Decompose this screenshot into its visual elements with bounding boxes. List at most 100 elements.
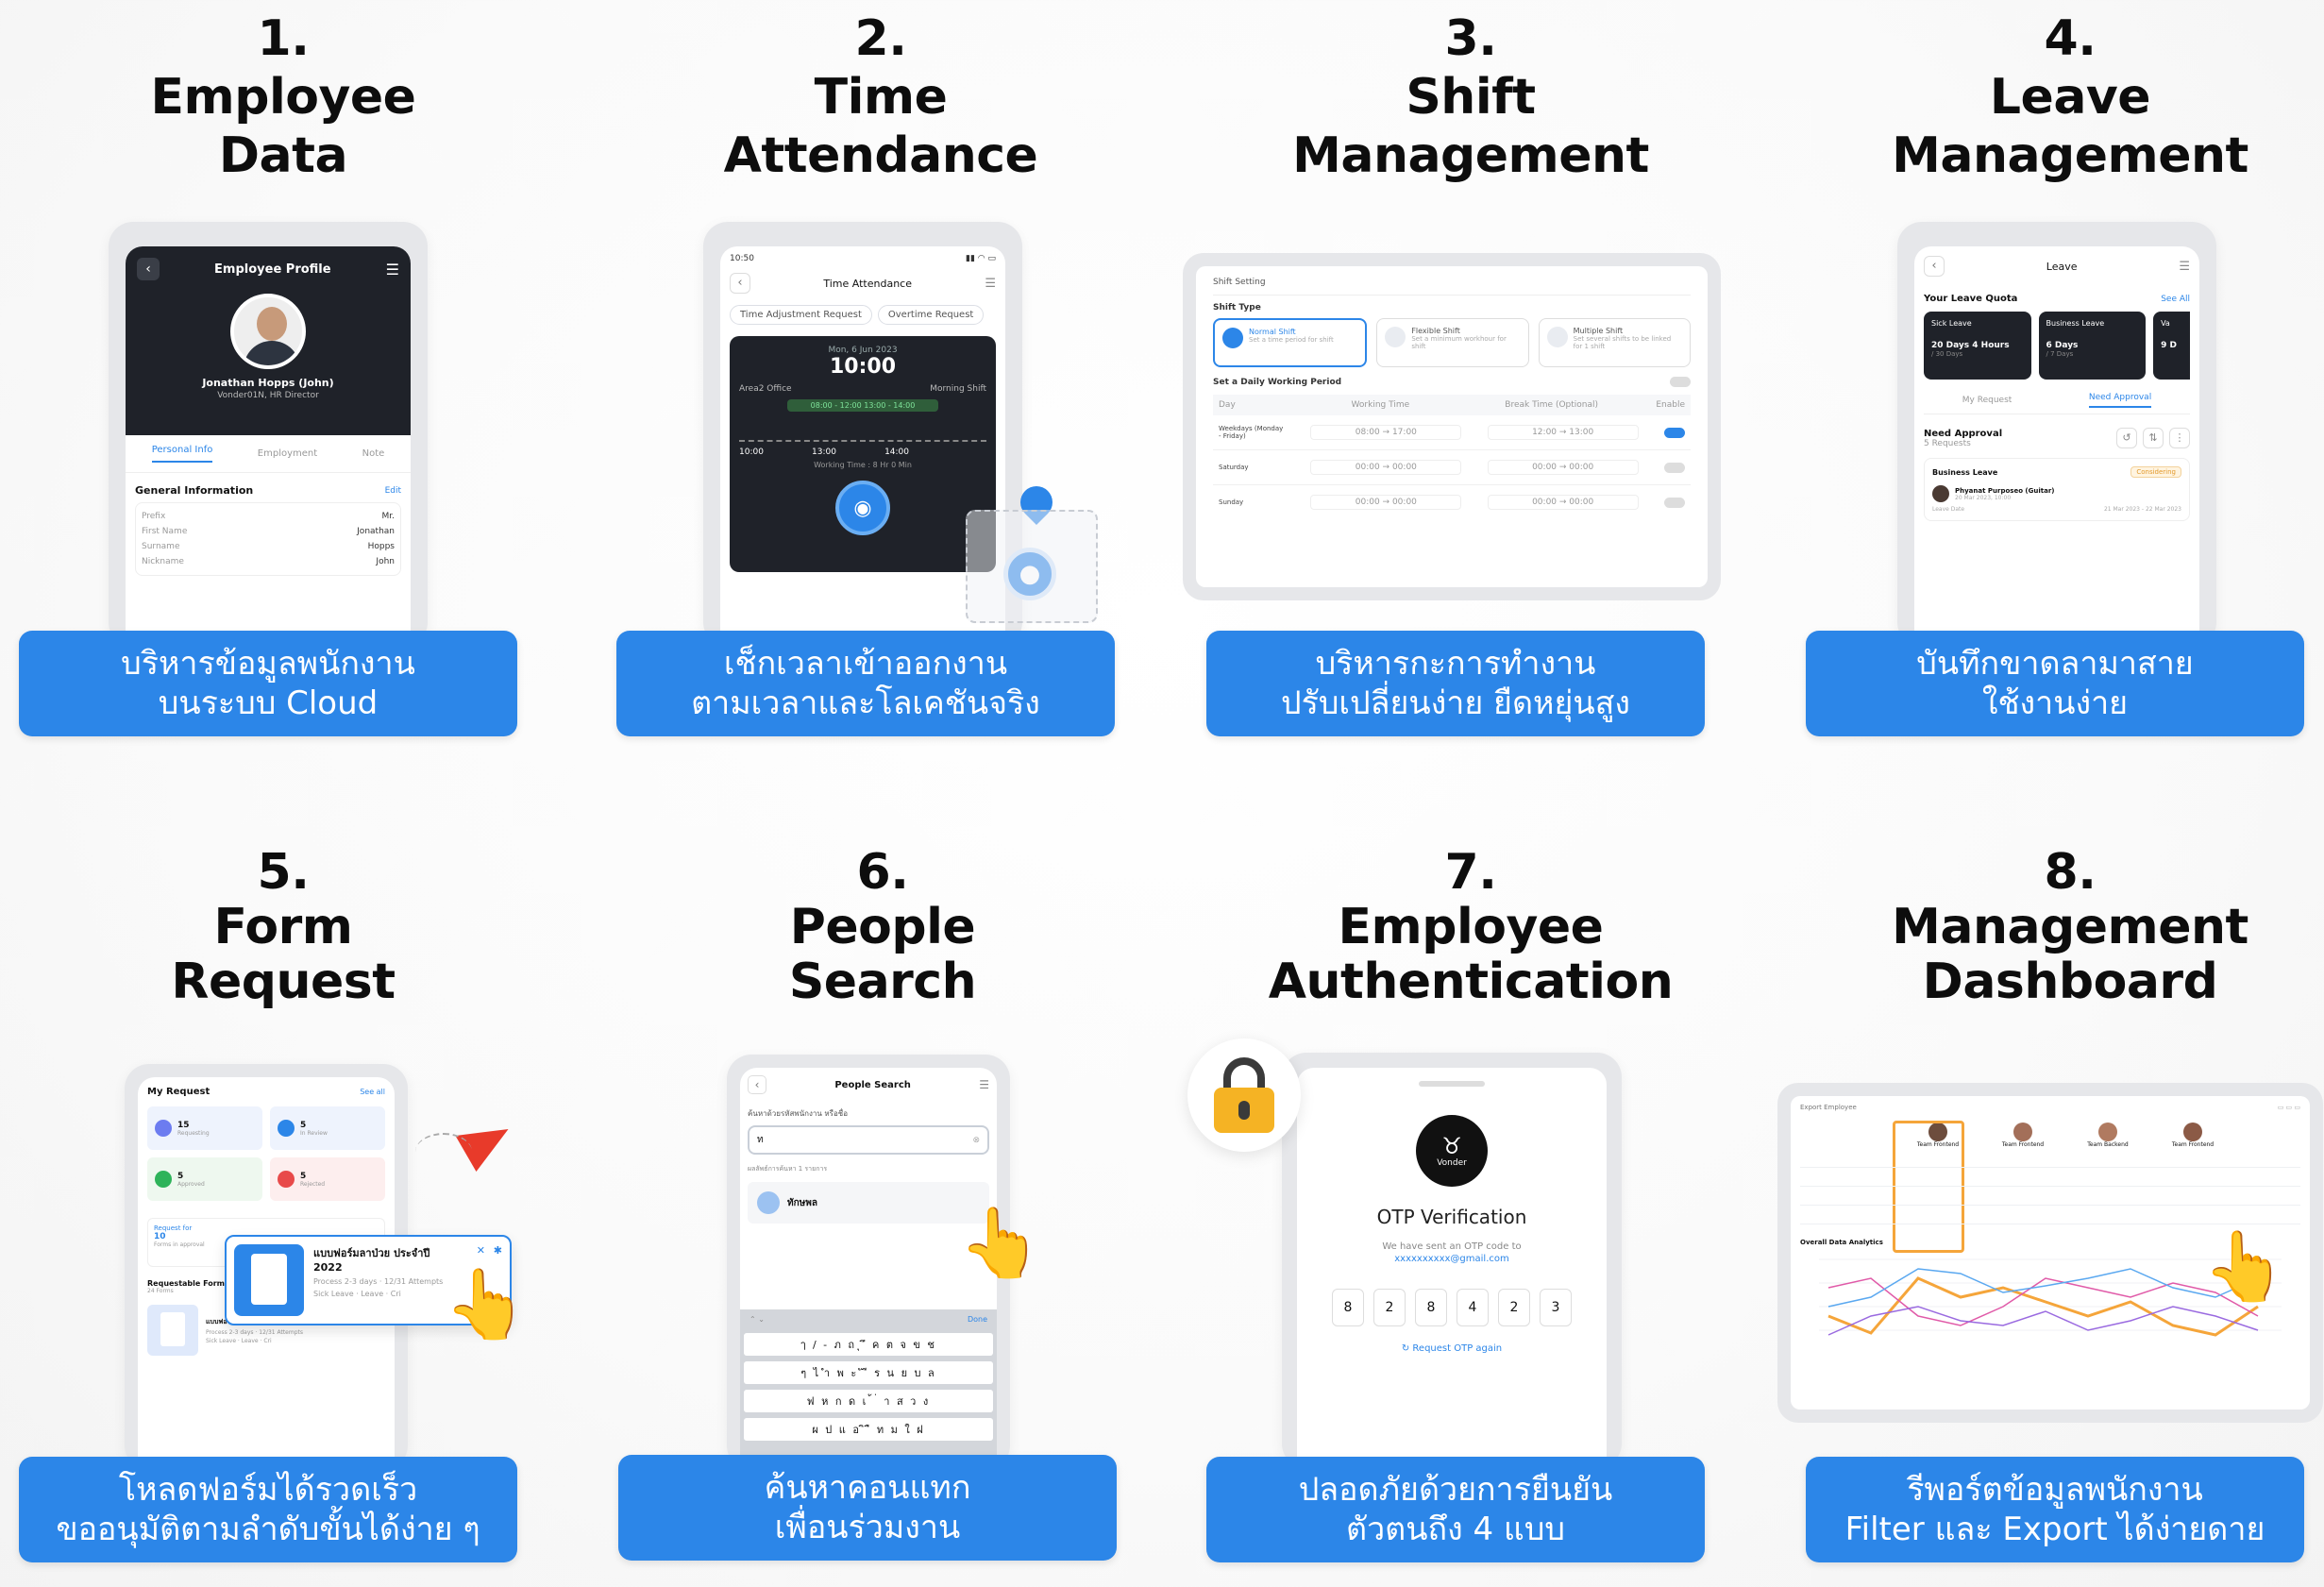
- schedule-bar: 08:00 - 12:00 13:00 - 14:00: [787, 399, 938, 412]
- pointing-hand-icon: 👆: [958, 1203, 1043, 1282]
- edit-link[interactable]: Edit: [385, 486, 401, 496]
- pin-icon[interactable]: ✱: [494, 1244, 502, 1257]
- leave-request-item[interactable]: Business Leave Considering Phyanat Purpo…: [1924, 458, 2190, 521]
- filter-icon[interactable]: ⋮: [2169, 428, 2190, 448]
- leave-date: 21 Mar 2023 - 22 Mar 2023: [2103, 506, 2181, 513]
- feature-title-line: Management: [1892, 127, 2248, 184]
- menu-icon[interactable]: ☰: [386, 261, 399, 279]
- clock-in-button[interactable]: ◉: [835, 481, 890, 535]
- menu-icon[interactable]: ☰: [985, 277, 996, 291]
- info-row: First Name Jonathan: [142, 527, 395, 536]
- feature-card-employee-authentication: 7. Employee Authentication ♉ Vonder OTP …: [1187, 845, 1735, 1581]
- done-button[interactable]: Done: [968, 1315, 987, 1324]
- shift-label: Morning Shift: [930, 384, 986, 394]
- request-date: 20 Mar 2023, 10:00: [1955, 494, 2012, 501]
- history-icon[interactable]: ↺: [2116, 428, 2137, 448]
- enable-toggle[interactable]: [1663, 462, 1685, 473]
- leave-screen: ‹ Leave ☰ Your Leave Quota See All Sick …: [1914, 246, 2199, 647]
- result-item[interactable]: ทักษพล: [748, 1182, 989, 1224]
- screen-title: Export Employee: [1800, 1104, 1857, 1111]
- quota-card[interactable]: Sick Leave 20 Days 4 Hours / 30 Days: [1924, 312, 2031, 380]
- feature-card-leave-management: 4. Leave Management ‹ Leave ☰ Your Leave…: [1806, 9, 2324, 746]
- info-row: Nickname John: [142, 557, 395, 566]
- stat-rejected[interactable]: 5 Rejected: [270, 1157, 385, 1201]
- working-time-field[interactable]: 00:00 → 00:00: [1310, 495, 1462, 510]
- tab-need-approval[interactable]: Need Approval: [2088, 393, 2152, 408]
- person-name: Phyanat Purposeo (Guitar): [1955, 486, 2055, 495]
- otp-digit[interactable]: 8: [1332, 1289, 1364, 1326]
- otp-digit[interactable]: 4: [1457, 1289, 1489, 1326]
- shift-type-name: Normal Shift: [1249, 328, 1296, 336]
- feature-title-line: Attendance: [723, 127, 1038, 184]
- search-input[interactable]: ท ⊗: [748, 1125, 989, 1155]
- resend-otp-link[interactable]: ↻ Request OTP again: [1310, 1343, 1593, 1354]
- feature-title-line: Management: [1892, 899, 2248, 955]
- back-icon[interactable]: ‹: [748, 1075, 766, 1094]
- otp-digit[interactable]: 3: [1540, 1289, 1572, 1326]
- quota-card[interactable]: Business Leave 6 Days / 7 Days: [2038, 312, 2147, 380]
- request-count: 5 Requests: [1924, 438, 1971, 448]
- break-time-field[interactable]: 00:00 → 00:00: [1487, 495, 1639, 510]
- avatar: [2183, 1123, 2202, 1141]
- time-adjustment-chip[interactable]: Time Adjustment Request: [730, 305, 872, 325]
- feature-title-line: Leave: [1989, 69, 2151, 126]
- banner-line: เพื่อนร่วมงาน: [774, 1509, 961, 1546]
- tab-note[interactable]: Note: [362, 448, 385, 459]
- back-icon[interactable]: ‹: [137, 258, 160, 280]
- feature-title-line: Shift: [1406, 69, 1536, 126]
- feature-title: 6. People Search: [618, 845, 1147, 1009]
- enable-toggle[interactable]: [1663, 497, 1685, 508]
- break-time-field[interactable]: 12:00 → 13:00: [1487, 425, 1639, 440]
- keyboard-row[interactable]: ๅ / - ภ ถ ุ ึ ค ต จ ข ช: [744, 1333, 993, 1356]
- screen-title: Time Attendance: [823, 277, 912, 290]
- enable-toggle[interactable]: [1663, 427, 1685, 438]
- overtime-chip[interactable]: Overtime Request: [877, 305, 985, 325]
- see-all-link[interactable]: See All: [2161, 295, 2190, 304]
- period-toggle[interactable]: [1670, 377, 1691, 387]
- column-header: Break Time (Optional): [1505, 400, 1599, 410]
- stat-requesting[interactable]: 15 Requesting: [147, 1106, 262, 1150]
- brand-logo: ♉ Vonder: [1416, 1115, 1488, 1187]
- otp-digit[interactable]: 2: [1498, 1289, 1530, 1326]
- toolbar-controls[interactable]: ▭ ▭ ▭: [2278, 1104, 2300, 1111]
- shift-type-flexible[interactable]: Flexible Shift Set a minimum workhour for…: [1376, 318, 1529, 367]
- keyboard-row[interactable]: ฟ ห ก ด เ ้ ่ า ส ว ง: [744, 1390, 993, 1412]
- quota-total: / 7 Days: [2046, 350, 2074, 358]
- sort-icon[interactable]: ⇅: [2143, 428, 2164, 448]
- feature-number: 3.: [1444, 10, 1497, 67]
- tab-employment[interactable]: Employment: [258, 448, 317, 459]
- keyboard-row[interactable]: ๆ ไ ำ พ ะ ั ี ร น ย บ ล: [744, 1361, 993, 1384]
- tab-my-request[interactable]: My Request: [1962, 396, 2012, 405]
- menu-icon[interactable]: ☰: [2179, 260, 2190, 274]
- stat-approved[interactable]: 5 Approved: [147, 1157, 262, 1201]
- feature-title: 1. Employee Data: [19, 9, 547, 185]
- otp-digit[interactable]: 2: [1373, 1289, 1406, 1326]
- keyboard-row[interactable]: ผ ป แ อ ิ ื ท ม ใ ฝ: [744, 1418, 993, 1441]
- time-mark: 13:00: [812, 447, 836, 457]
- working-time-field[interactable]: 08:00 → 17:00: [1310, 425, 1462, 440]
- shift-row: Weekdays (Monday - Friday) 08:00 → 17:00…: [1213, 415, 1691, 450]
- back-icon[interactable]: ‹: [1924, 256, 1945, 277]
- see-all-link[interactable]: See all: [360, 1088, 385, 1096]
- quota-amount: 6 Days: [2046, 341, 2079, 350]
- quota-card[interactable]: Va 9 D: [2153, 312, 2191, 380]
- break-time-field[interactable]: 00:00 → 00:00: [1487, 460, 1639, 475]
- feature-number: 8.: [2044, 844, 2097, 901]
- menu-icon[interactable]: ☰: [979, 1078, 989, 1091]
- clear-icon[interactable]: ⊗: [972, 1136, 980, 1145]
- shift-type-desc: Set several shifts to be linked for 1 sh…: [1573, 335, 1672, 350]
- need-approval-label: Need Approval: [1924, 428, 2003, 439]
- back-icon[interactable]: ‹: [730, 273, 750, 294]
- dashed-trail: [415, 1133, 472, 1171]
- feature-title: 3. Shift Management: [1206, 9, 1735, 185]
- working-time-field[interactable]: 00:00 → 00:00: [1310, 460, 1462, 475]
- shift-type-desc: Set a time period for shift: [1249, 336, 1334, 344]
- otp-digit[interactable]: 8: [1415, 1289, 1447, 1326]
- tab-personal-info[interactable]: Personal Info: [151, 445, 213, 463]
- profile-header: ‹ Employee Profile ☰ Jonathan Hopps (Joh…: [126, 246, 411, 435]
- close-icon[interactable]: ✕: [477, 1244, 485, 1257]
- shift-type-multiple[interactable]: Multiple Shift Set several shifts to be l…: [1538, 318, 1691, 367]
- shift-type-normal[interactable]: Normal Shift Set a time period for shift: [1213, 318, 1368, 367]
- feature-card-shift-management: 3. Shift Management Shift Setting Shift …: [1183, 9, 1735, 746]
- stat-in-review[interactable]: 5 In Review: [270, 1106, 385, 1150]
